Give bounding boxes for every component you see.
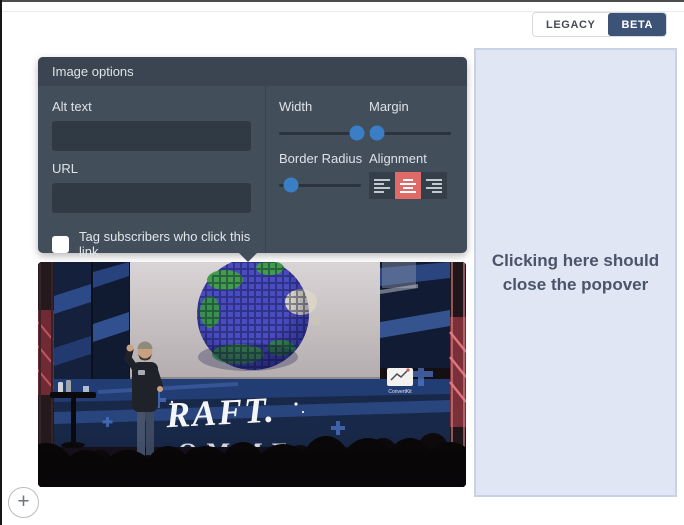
plus-icon: +	[17, 491, 29, 512]
top-edge-line	[0, 0, 684, 2]
tag-subscribers-checkbox[interactable]	[52, 236, 69, 253]
image-options-popover: Image options Alt text URL Tag subscribe…	[38, 57, 467, 253]
align-center-icon	[400, 179, 416, 193]
editor-canvas: LEGACY BETA Clicking here should close t…	[0, 0, 684, 525]
align-center-button[interactable]	[395, 172, 421, 199]
width-slider-handle[interactable]	[350, 126, 365, 141]
margin-slider[interactable]	[369, 119, 453, 147]
align-left-button[interactable]	[369, 172, 395, 199]
popover-right-column: Width Margin Border Radius Alignment	[266, 86, 467, 208]
convertkit-logo: ConvertKit	[387, 368, 413, 395]
tag-subscribers-row: Tag subscribers who click this link	[52, 229, 251, 259]
width-label: Width	[279, 99, 363, 119]
add-block-button[interactable]: +	[8, 487, 39, 518]
width-slider[interactable]	[279, 119, 363, 147]
dismiss-hint-text: Clicking here should close the popover	[492, 249, 659, 297]
selected-image[interactable]: RAFT. OMME ConvertKit	[38, 262, 466, 487]
url-input[interactable]	[52, 183, 251, 213]
svg-text:ConvertKit: ConvertKit	[388, 389, 412, 395]
alt-text-input[interactable]	[52, 121, 251, 151]
url-label: URL	[52, 161, 251, 176]
left-edge-line	[0, 0, 2, 525]
align-left-icon	[374, 179, 390, 193]
alignment-label: Alignment	[369, 151, 453, 171]
margin-label: Margin	[369, 99, 453, 119]
beta-toggle-button[interactable]: BETA	[608, 13, 666, 36]
editor-mode-toggle: LEGACY BETA	[532, 12, 667, 37]
stage-banner-text: RAFT.	[164, 390, 277, 436]
border-radius-label: Border Radius	[279, 151, 363, 171]
border-radius-slider-handle[interactable]	[283, 178, 298, 193]
tag-subscribers-label: Tag subscribers who click this link	[79, 229, 251, 259]
conference-stage-photo: RAFT. OMME ConvertKit	[38, 262, 466, 487]
alignment-button-group	[369, 172, 453, 199]
popover-dismiss-area[interactable]: Clicking here should close the popover	[474, 48, 677, 497]
alt-text-label: Alt text	[52, 99, 251, 114]
margin-slider-handle[interactable]	[369, 126, 384, 141]
popover-title: Image options	[38, 57, 467, 86]
align-right-icon	[426, 179, 442, 193]
border-radius-slider[interactable]	[279, 171, 363, 199]
align-right-button[interactable]	[421, 172, 447, 199]
legacy-toggle-button[interactable]: LEGACY	[533, 13, 608, 36]
popover-left-column: Alt text URL Tag subscribers who click t…	[38, 86, 265, 268]
